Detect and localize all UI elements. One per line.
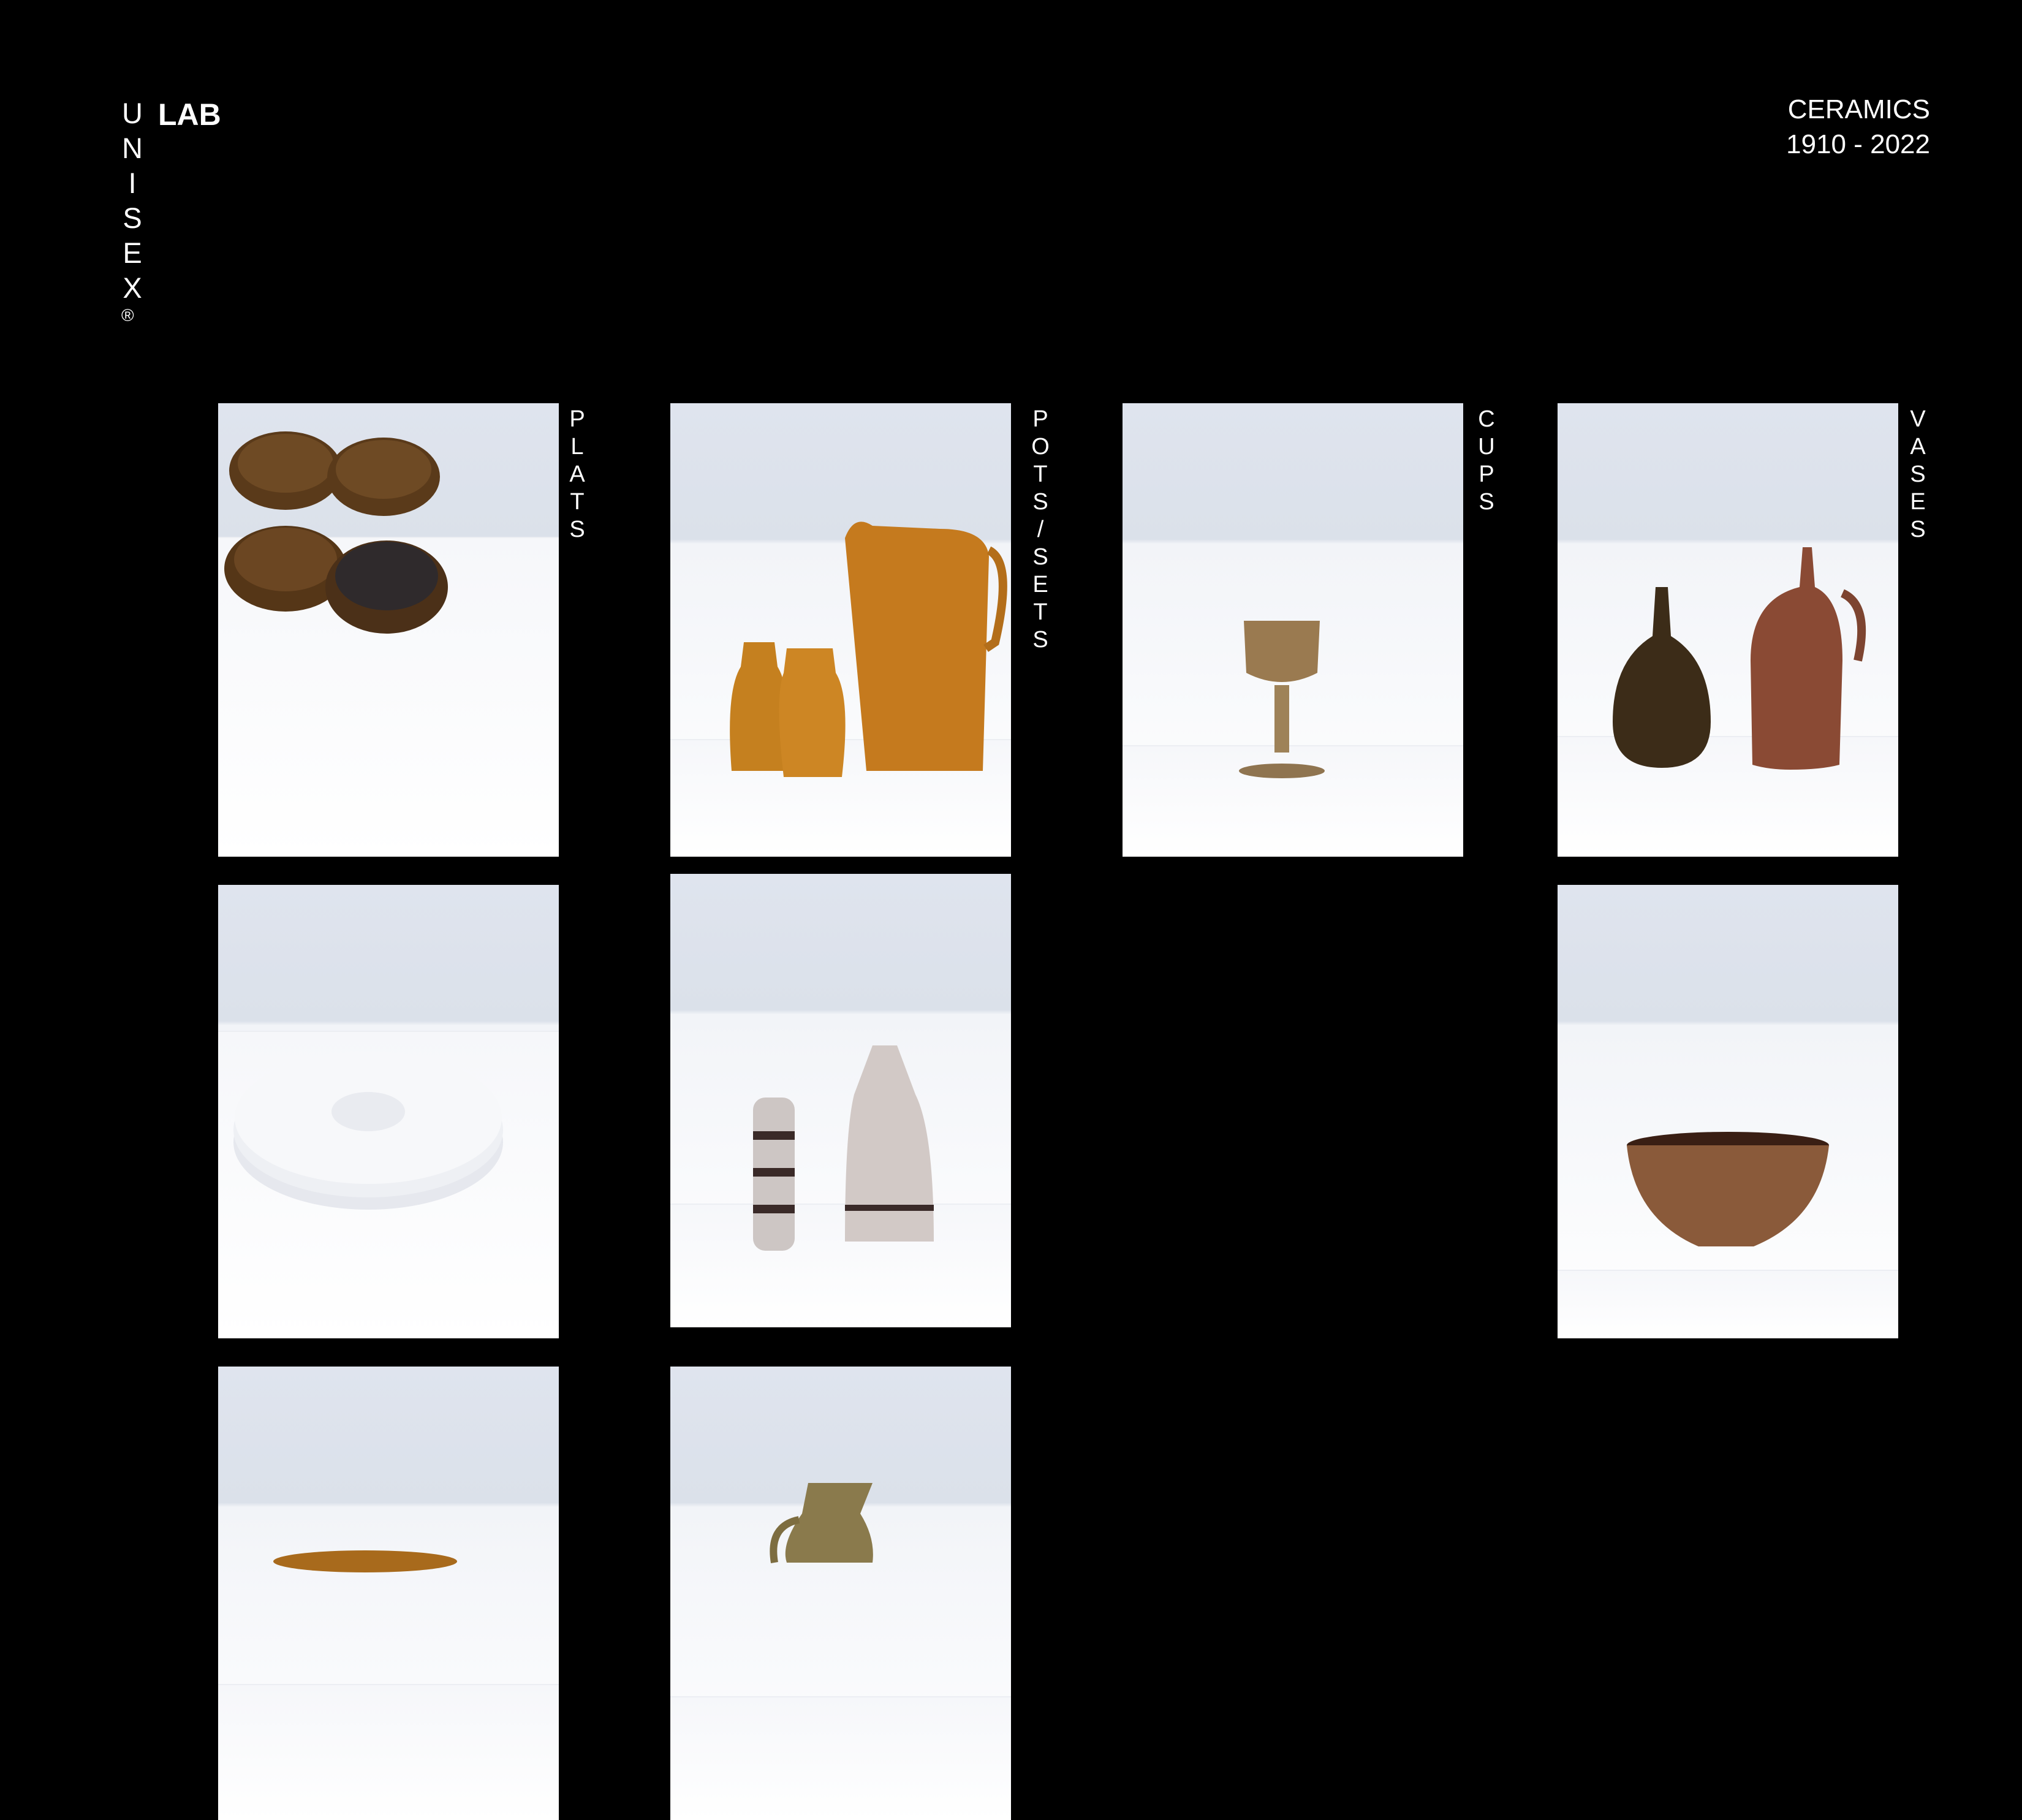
- product-photo-amber-dish[interactable]: [218, 1367, 559, 1820]
- collection-years: 1910 - 2022: [1786, 129, 1930, 159]
- orange-pitcher-set-image: [730, 521, 1007, 777]
- product-photo-striped-vases[interactable]: [670, 874, 1011, 1327]
- product-photo-bottles[interactable]: [1558, 403, 1898, 857]
- category-label-pots-sets[interactable]: POTS / SETS: [1028, 406, 1053, 654]
- category-label-cups[interactable]: CUPS: [1474, 406, 1499, 516]
- striped-stoneware-image: [753, 1045, 934, 1251]
- textured-bowl-image: [1627, 1132, 1829, 1246]
- product-photo-orange-pitchers[interactable]: [670, 403, 1011, 857]
- collection-heading: CERAMICS 1910 - 2022: [1786, 92, 1930, 162]
- product-photo-goblet[interactable]: [1123, 403, 1463, 857]
- speckled-goblet-image: [1239, 621, 1325, 778]
- white-oyster-plates-image: [233, 1052, 503, 1210]
- category-label-plats[interactable]: PLATS: [565, 406, 589, 544]
- registered-mark: ®: [121, 306, 134, 325]
- category-label-vases[interactable]: VASES: [1906, 406, 1930, 544]
- brand-vertical-text: UNISEX: [122, 97, 143, 304]
- brown-bottles-image: [1613, 547, 1866, 770]
- product-photo-cork-bowl[interactable]: [1558, 885, 1898, 1338]
- amber-dish-image: [273, 1550, 457, 1572]
- product-photo-white-plates[interactable]: [218, 885, 559, 1338]
- product-photo-brown-bowls[interactable]: [218, 403, 559, 857]
- collection-title: CERAMICS: [1787, 94, 1930, 124]
- olive-jug-image: [770, 1483, 873, 1563]
- brand-lab-text: LAB: [158, 97, 221, 132]
- product-photo-olive-jug[interactable]: [670, 1367, 1011, 1820]
- brown-soup-bowls-image: [224, 431, 448, 634]
